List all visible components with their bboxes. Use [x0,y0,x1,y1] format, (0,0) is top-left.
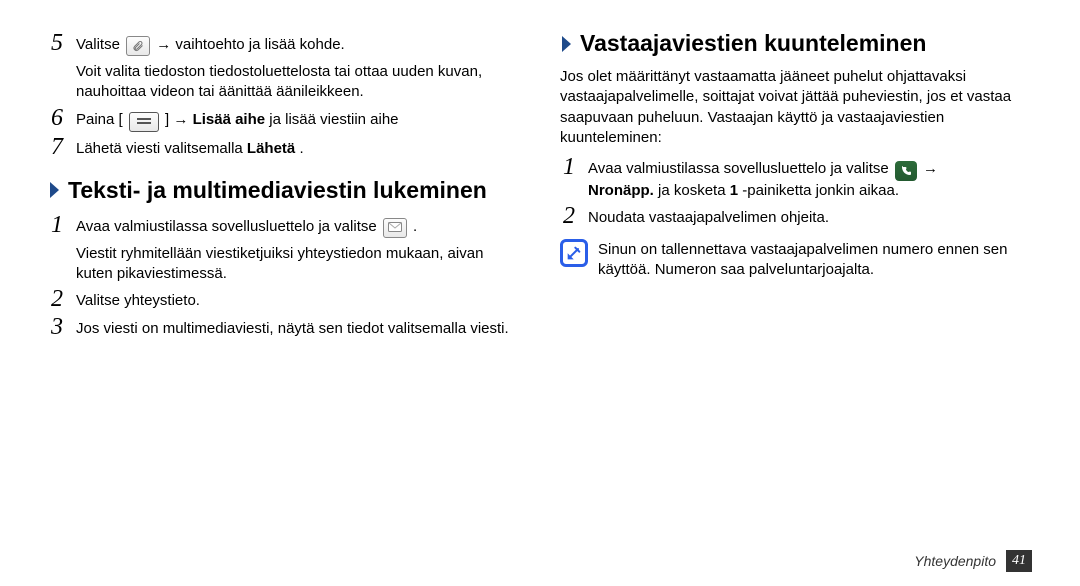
substep-3: 3 Jos viesti on multimediaviesti, näytä … [48,316,520,339]
bold-text: Lisää aihe [193,111,266,128]
step-body: Valitse → vaihtoehto ja lisää kohde. [76,32,520,56]
right-step-1: 1 Avaa valmiustilassa sovellusluettelo j… [560,156,1032,201]
text: ] → [165,111,193,128]
attach-icon [126,36,150,56]
section-title-text: Vastaajaviestien kuunteleminen [580,28,926,59]
text: Avaa valmiustilassa sovellusluettelo ja … [76,218,381,235]
chevron-right-icon [48,180,62,200]
text: → [923,160,938,177]
text: Paina [ [76,111,123,128]
substep-1-para: Viestit ryhmitellään viestiketjuiksi yht… [76,242,520,285]
intro-paragraph: Jos olet määrittänyt vastaamatta jääneet… [560,67,1032,148]
text: ja kosketa [658,182,730,199]
step-number: 5 [48,32,66,55]
message-icon [383,218,407,238]
step-body: Avaa valmiustilassa sovellusluettelo ja … [76,214,520,238]
page-footer: Yhteydenpito 41 [914,550,1032,572]
step-number: 7 [48,136,66,159]
step-number: 1 [48,214,66,237]
left-column: 5 Valitse → vaihtoehto ja lisää kohde. V… [48,28,520,520]
substep-2: 2 Valitse yhteystieto. [48,288,520,311]
text: Valitse [76,36,124,53]
step-body: Avaa valmiustilassa sovellusluettelo ja … [588,156,1032,201]
bold-text: Lähetä [247,140,295,157]
right-step-2: 2 Noudata vastaajapalvelimen ohjeita. [560,205,1032,228]
text: → vaihtoehto ja lisää kohde. [156,36,344,53]
step-6: 6 Paina [ ] → Lisää aihe ja lisää viesti… [48,107,520,132]
section-title-left: Teksti- ja multimediaviestin lukeminen [48,175,520,206]
step-number: 6 [48,107,66,130]
step-5-para: Voit valita tiedoston tiedostoluettelost… [76,60,520,103]
step-body: Valitse yhteystieto. [76,288,520,311]
step-body: Lähetä viesti valitsemalla Lähetä . [76,136,520,159]
step-body: Noudata vastaajapalvelimen ohjeita. [588,205,1032,228]
step-number: 3 [48,316,66,339]
step-7: 7 Lähetä viesti valitsemalla Lähetä . [48,136,520,159]
right-column: Vastaajaviestien kuunteleminen Jos olet … [560,28,1032,520]
text: ja lisää viestiin aihe [269,111,398,128]
step-number: 2 [48,288,66,311]
step-5: 5 Valitse → vaihtoehto ja lisää kohde. [48,32,520,56]
phone-icon [895,161,917,181]
bold-text: Nronäpp. [588,182,654,199]
step-number: 2 [560,205,578,228]
footer-section-title: Yhteydenpito [914,553,996,569]
text: Avaa valmiustilassa sovellusluettelo ja … [588,160,893,177]
note-icon [560,239,588,267]
note-text: Sinun on tallennettava vastaajapalvelime… [598,239,1032,281]
note-block: Sinun on tallennettava vastaajapalvelime… [560,239,1032,281]
step-body: Jos viesti on multimediaviesti, näytä se… [76,316,520,339]
chevron-right-icon [560,34,574,54]
text: Lähetä viesti valitsemalla [76,140,247,157]
bold-text: 1 [730,182,738,199]
footer-page-number: 41 [1006,550,1032,572]
section-title-right: Vastaajaviestien kuunteleminen [560,28,1032,59]
step-number: 1 [560,156,578,179]
substep-1: 1 Avaa valmiustilassa sovellusluettelo j… [48,214,520,238]
page-content: 5 Valitse → vaihtoehto ja lisää kohde. V… [0,0,1080,520]
menu-key-icon [129,112,159,132]
step-body: Paina [ ] → Lisää aihe ja lisää viestiin… [76,107,520,132]
text: . [299,140,303,157]
text: . [413,218,417,235]
section-title-text: Teksti- ja multimediaviestin lukeminen [68,175,487,206]
text: -painiketta jonkin aikaa. [742,182,899,199]
